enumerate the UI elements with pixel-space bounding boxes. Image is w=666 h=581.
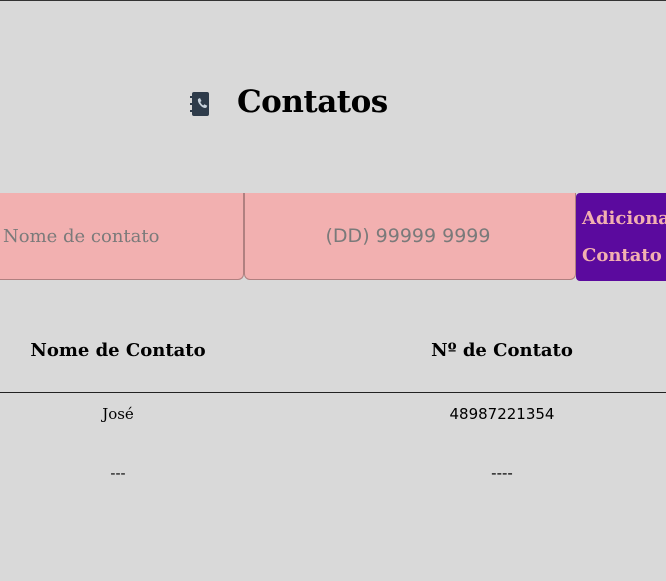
page-title: Contatos [237,84,388,120]
table-row: --- ---- [0,464,666,494]
table-row: José 48987221354 [0,405,666,435]
table-header: Nome de Contato Nº de Contato [0,330,666,393]
add-contact-button[interactable]: Adicionar Contato [576,193,666,281]
contact-phone-cell: 48987221354 [449,405,555,423]
contact-name-input[interactable] [0,193,244,280]
top-divider [0,0,666,1]
contact-name-cell: José [102,405,134,423]
column-header-name: Nome de Contato [30,340,206,361]
contact-phone-input[interactable] [244,193,576,280]
address-book-icon [189,91,211,117]
contact-name-cell: --- [110,464,126,482]
contact-phone-cell: ---- [491,464,513,482]
column-header-phone: Nº de Contato [431,340,573,361]
page-header: Contatos [189,80,388,124]
